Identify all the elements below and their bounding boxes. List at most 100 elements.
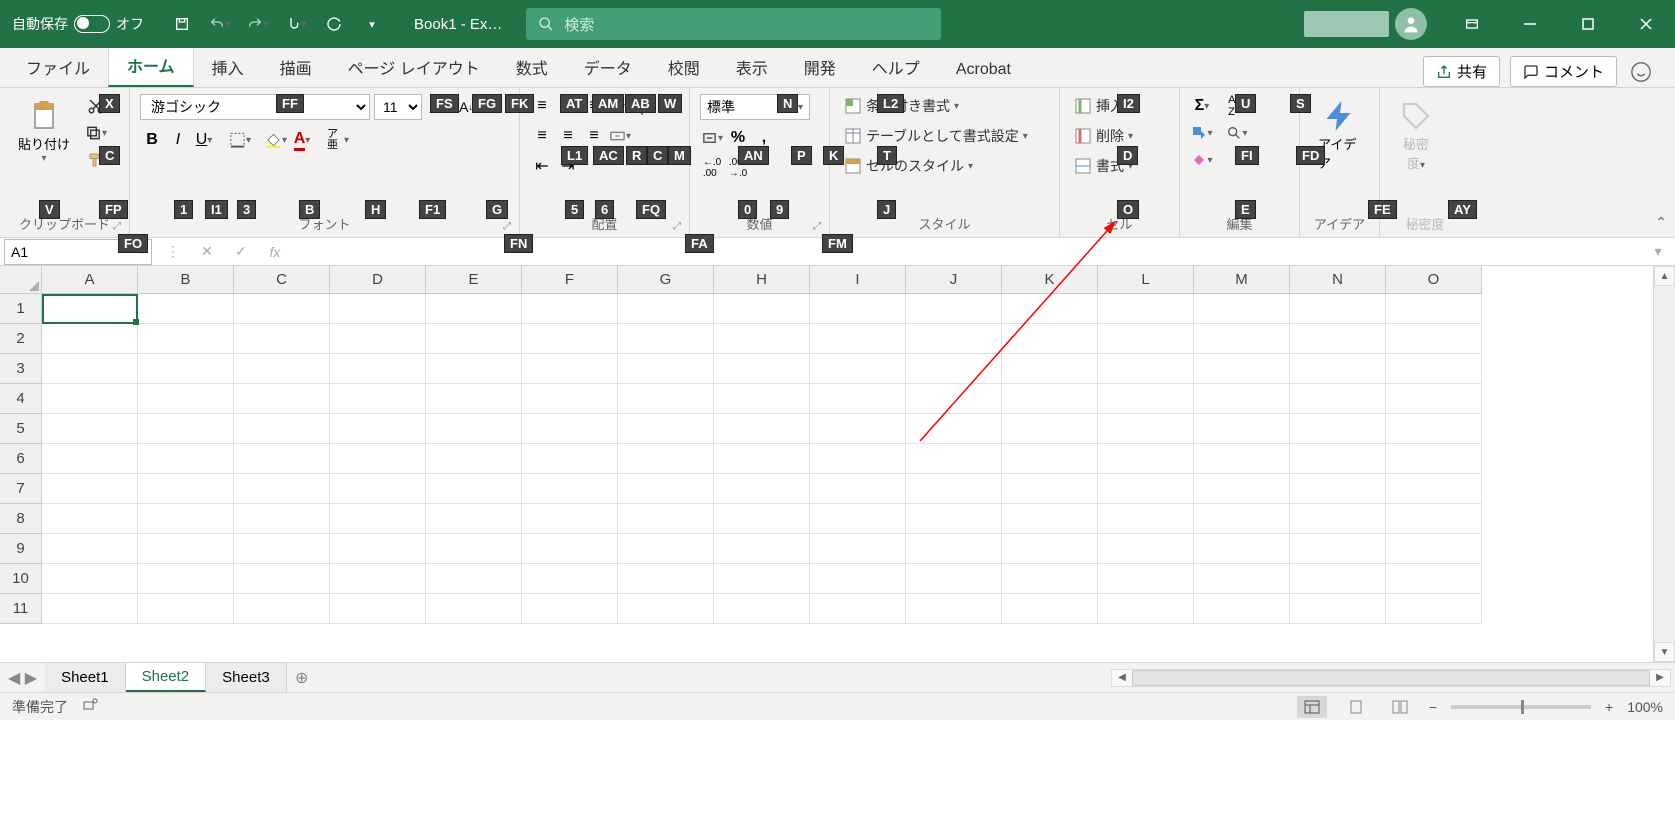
bold-button[interactable]: B (140, 128, 164, 152)
align-left-button[interactable]: ≡ (530, 124, 554, 148)
sheet-tab[interactable]: Sheet1 (45, 663, 126, 692)
tab-developer[interactable]: 開発 (786, 47, 854, 87)
comments-button[interactable]: コメント (1510, 56, 1617, 87)
row-header[interactable]: 8 (0, 504, 42, 534)
font-name-select[interactable]: 游ゴシック (140, 94, 370, 120)
cancel-formula-button[interactable]: ✕ (190, 239, 224, 265)
save-button[interactable] (166, 8, 198, 40)
copy-button[interactable]: ▾ (84, 121, 108, 145)
font-launcher[interactable]: ⤢ (503, 221, 517, 235)
tab-formulas[interactable]: 数式 (498, 47, 566, 87)
maximize-button[interactable] (1559, 0, 1617, 48)
scroll-left-button[interactable]: ◀ (1112, 670, 1132, 686)
tab-home[interactable]: ホーム (108, 44, 194, 87)
redo-button[interactable]: ▾ (242, 8, 274, 40)
merge-button[interactable]: ▾ (608, 124, 632, 148)
scroll-right-button[interactable]: ▶ (1650, 670, 1670, 686)
zoom-in-button[interactable]: + (1605, 699, 1613, 715)
column-header[interactable]: A (42, 266, 138, 294)
select-all-corner[interactable] (0, 266, 42, 294)
new-sheet-button[interactable]: ⊕ (287, 663, 317, 692)
column-header[interactable]: O (1386, 266, 1482, 294)
increase-decimal-button[interactable]: ←.0.00 (700, 156, 724, 180)
expand-formula-button[interactable]: ▾ (1641, 239, 1675, 265)
row-header[interactable]: 2 (0, 324, 42, 354)
qat-customize-button[interactable]: ▾ (356, 8, 388, 40)
horizontal-scrollbar[interactable]: ◀ ▶ (317, 663, 1675, 692)
align-center-button[interactable]: ≡ (556, 124, 580, 148)
row-header[interactable]: 3 (0, 354, 42, 384)
row-header[interactable]: 4 (0, 384, 42, 414)
italic-button[interactable]: I (166, 128, 190, 152)
fill-color-button[interactable]: ▾ (264, 128, 288, 152)
row-header[interactable]: 10 (0, 564, 42, 594)
format-as-table-button[interactable]: テーブルとして書式設定▾ (840, 124, 1032, 148)
scroll-down-button[interactable]: ▼ (1654, 642, 1675, 662)
account-name-area[interactable] (1304, 11, 1389, 37)
font-size-select[interactable]: 11 (374, 94, 422, 120)
close-button[interactable] (1617, 0, 1675, 48)
sheet-tab[interactable]: Sheet2 (126, 663, 207, 692)
minimize-button[interactable] (1501, 0, 1559, 48)
autosave-toggle[interactable]: 自動保存 オフ (0, 14, 156, 34)
insert-function-button[interactable]: fx (258, 239, 292, 265)
row-header[interactable]: 11 (0, 594, 42, 624)
scroll-up-button[interactable]: ▲ (1654, 266, 1675, 286)
sensitivity-button[interactable]: 秘密 度▾ (1390, 94, 1442, 176)
tab-insert[interactable]: 挿入 (194, 47, 262, 87)
row-header[interactable]: 5 (0, 414, 42, 444)
underline-button[interactable]: U▾ (192, 128, 216, 152)
delete-cells-button[interactable]: 削除▾ (1070, 124, 1137, 148)
undo-button[interactable]: ▾ (204, 8, 236, 40)
column-header[interactable]: K (1002, 266, 1098, 294)
view-page-layout-button[interactable] (1341, 696, 1371, 718)
column-header[interactable]: G (618, 266, 714, 294)
number-launcher[interactable]: ⤢ (813, 221, 827, 235)
formula-input[interactable] (292, 239, 1641, 265)
row-header[interactable]: 1 (0, 294, 42, 324)
view-normal-button[interactable] (1297, 696, 1327, 718)
font-color-button[interactable]: A▾ (290, 128, 314, 152)
column-header[interactable]: C (234, 266, 330, 294)
column-header[interactable]: L (1098, 266, 1194, 294)
column-header[interactable]: I (810, 266, 906, 294)
row-header[interactable]: 7 (0, 474, 42, 504)
zoom-level[interactable]: 100% (1627, 699, 1663, 715)
zoom-out-button[interactable]: − (1429, 699, 1437, 715)
column-header[interactable]: M (1194, 266, 1290, 294)
tab-review[interactable]: 校閲 (650, 47, 718, 87)
collapse-ribbon-button[interactable]: ⌃ (1655, 214, 1667, 231)
enter-formula-button[interactable]: ✓ (224, 239, 258, 265)
row-header[interactable]: 6 (0, 444, 42, 474)
tab-view[interactable]: 表示 (718, 47, 786, 87)
borders-button[interactable]: ▾ (228, 128, 252, 152)
zoom-slider[interactable] (1451, 705, 1591, 709)
feedback-button[interactable] (1627, 58, 1655, 86)
refresh-button[interactable] (318, 8, 350, 40)
align-right-button[interactable]: ≡ (582, 124, 606, 148)
tab-help[interactable]: ヘルプ (854, 47, 938, 87)
view-page-break-button[interactable] (1385, 696, 1415, 718)
tab-page-layout[interactable]: ページ レイアウト (330, 47, 498, 87)
clipboard-launcher[interactable]: ⤢ (113, 221, 127, 235)
tab-file[interactable]: ファイル (8, 47, 108, 87)
ribbon-display-button[interactable] (1443, 0, 1501, 48)
column-header[interactable]: B (138, 266, 234, 294)
paste-button[interactable]: 貼り付け ▾ (10, 94, 78, 168)
tab-draw[interactable]: 描画 (262, 47, 330, 87)
tab-data[interactable]: データ (566, 47, 650, 87)
share-button[interactable]: 共有 (1423, 56, 1500, 87)
column-header[interactable]: E (426, 266, 522, 294)
sheet-tab[interactable]: Sheet3 (206, 663, 287, 692)
column-header[interactable]: H (714, 266, 810, 294)
phonetic-button[interactable]: ア亜▾ (326, 128, 350, 152)
dropdown-indicator[interactable]: ⋮ (156, 239, 190, 265)
column-header[interactable]: D (330, 266, 426, 294)
clear-button[interactable]: ▾ (1190, 148, 1214, 172)
row-header[interactable]: 9 (0, 534, 42, 564)
column-header[interactable]: J (906, 266, 1002, 294)
cells-area[interactable] (42, 294, 1482, 624)
vertical-scrollbar[interactable]: ▲ ▼ (1653, 266, 1675, 662)
sheet-nav-buttons[interactable]: ◀ ▶ (0, 663, 45, 692)
alignment-launcher[interactable]: ⤢ (673, 221, 687, 235)
